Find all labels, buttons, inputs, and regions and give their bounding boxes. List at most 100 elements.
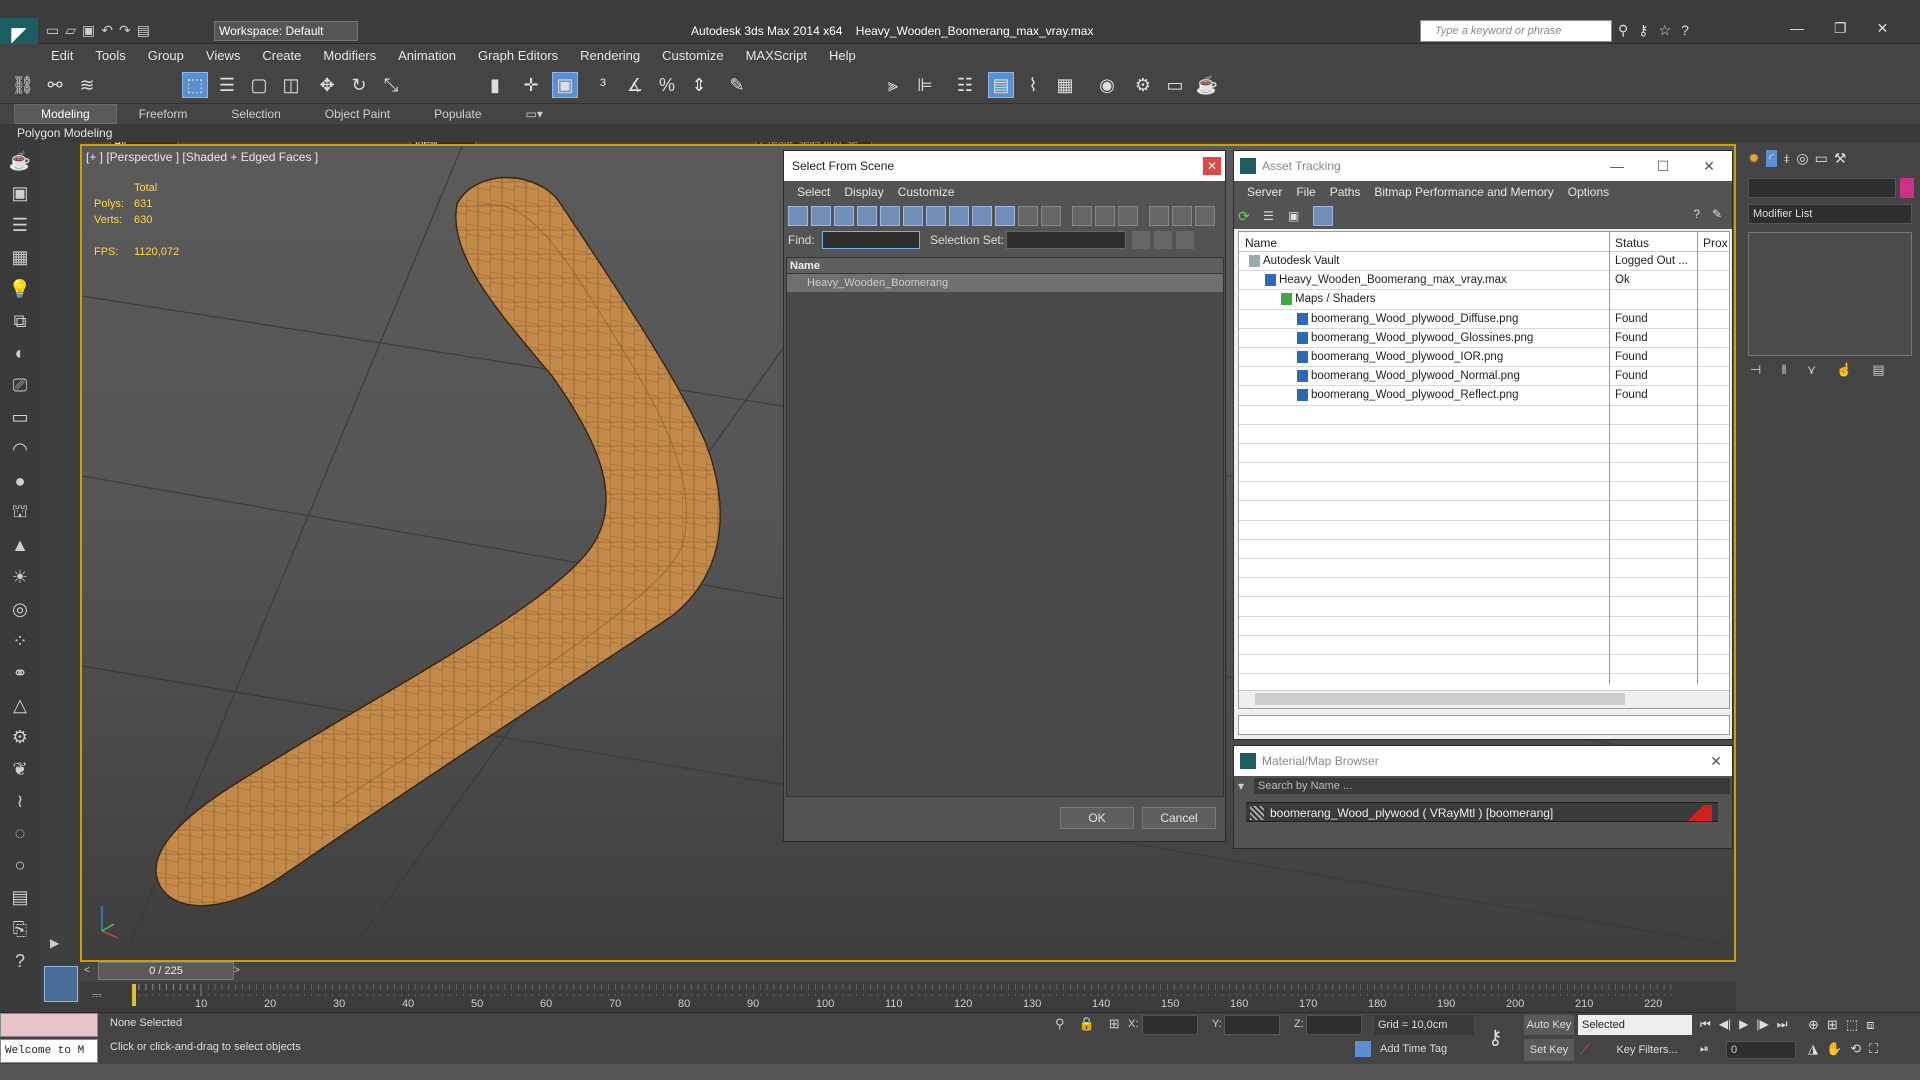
go-to-start-icon[interactable]: ⏮ bbox=[1700, 1017, 1711, 1032]
keyword-search-input[interactable]: Type a keyword or phrase bbox=[1420, 20, 1612, 42]
material-list-item[interactable]: boomerang_Wood_plywood ( VRayMtl ) [boom… bbox=[1246, 802, 1718, 822]
motion-tab-icon[interactable]: ◎ bbox=[1796, 150, 1808, 167]
script-icon[interactable]: ⎘ bbox=[2, 916, 38, 942]
next-frame-icon[interactable]: |▶ bbox=[1756, 1017, 1768, 1032]
info-icon[interactable]: ? bbox=[2, 948, 38, 974]
play-icon[interactable]: ▶ bbox=[1739, 1017, 1748, 1032]
teapot-icon[interactable]: ☕ bbox=[2, 148, 38, 174]
maxscript-listener-pink[interactable] bbox=[0, 1013, 98, 1037]
helpers-filter-icon[interactable] bbox=[880, 206, 900, 226]
create-tab-icon[interactable]: ✹ bbox=[1748, 150, 1760, 167]
asset-table-row[interactable] bbox=[1239, 655, 1729, 675]
ball-icon[interactable]: ○ bbox=[2, 852, 38, 878]
maximize-viewport-icon[interactable]: ⛶ bbox=[1869, 1041, 1878, 1057]
list-view-icon[interactable]: ☰ bbox=[1263, 209, 1285, 223]
menu-modifiers[interactable]: Modifiers bbox=[312, 48, 387, 63]
asset-table-row[interactable]: boomerang_Wood_plywood_Reflect.png Found bbox=[1239, 386, 1729, 406]
asset-table-row[interactable] bbox=[1239, 521, 1729, 540]
menu-graph-editors[interactable]: Graph Editors bbox=[467, 48, 569, 63]
asset-table-row[interactable] bbox=[1239, 444, 1729, 464]
asset-tracking-table[interactable]: Name Status Prox Autodesk Vault Logged Ou… bbox=[1238, 231, 1730, 709]
set-key-mode-icon[interactable]: ⚷ bbox=[1488, 1025, 1503, 1050]
selection-set-add-icon[interactable] bbox=[1132, 231, 1150, 249]
asset-path-field[interactable] bbox=[1238, 715, 1730, 735]
layer-manager-icon[interactable]: ☷ bbox=[952, 72, 978, 98]
asset-pin-icon[interactable]: ✎ bbox=[1712, 207, 1722, 221]
render-setup-icon[interactable]: ⚙ bbox=[1130, 72, 1156, 98]
schematic-view-icon[interactable]: ▦ bbox=[1052, 72, 1078, 98]
menu-group[interactable]: Group bbox=[137, 48, 195, 63]
object-name-field[interactable] bbox=[1748, 178, 1896, 198]
asset-maximize-button[interactable]: ☐ bbox=[1640, 151, 1686, 181]
menu-edit[interactable]: Edit bbox=[40, 48, 84, 63]
asset-horizontal-scrollbar[interactable] bbox=[1239, 690, 1729, 708]
menu-views[interactable]: Views bbox=[195, 48, 251, 63]
asset-table-row[interactable] bbox=[1239, 540, 1729, 559]
tab-modeling[interactable]: Modeling bbox=[14, 104, 117, 124]
asset-table-row[interactable]: boomerang_Wood_plywood_Glossines.png Foun… bbox=[1239, 329, 1729, 348]
render-icon[interactable]: ▣ bbox=[2, 180, 38, 206]
asset-table-row[interactable]: boomerang_Wood_plywood_Diffuse.png Found bbox=[1239, 310, 1729, 329]
select-dialog-menu-display[interactable]: Display bbox=[837, 185, 890, 199]
menu-customize[interactable]: Customize bbox=[651, 48, 734, 63]
cancel-button[interactable]: Cancel bbox=[1142, 807, 1216, 829]
thumbnail-view-icon[interactable]: ▣ bbox=[1288, 209, 1310, 223]
time-next-icon[interactable]: > bbox=[234, 962, 248, 980]
cone-icon[interactable]: ▲ bbox=[2, 532, 38, 558]
make-unique-icon[interactable]: ⋎ bbox=[1807, 362, 1817, 378]
show-end-result-icon[interactable]: ‖ bbox=[1781, 362, 1786, 378]
mirror-icon[interactable]: ⫸ bbox=[880, 72, 906, 98]
maxscript-listener-white[interactable]: Welcome to M bbox=[0, 1039, 98, 1063]
material-browser-close-button[interactable]: ✕ bbox=[1710, 746, 1722, 776]
asset-close-button[interactable]: ✕ bbox=[1686, 151, 1732, 181]
lights-filter-icon[interactable] bbox=[834, 206, 854, 226]
asset-table-row[interactable] bbox=[1239, 597, 1729, 617]
isolate-selection-icon[interactable]: ⚲ bbox=[1055, 1016, 1065, 1032]
zoom-extents-all-icon[interactable]: ⧈ bbox=[1866, 1017, 1874, 1033]
key-mode-dropdown[interactable]: Selected bbox=[1578, 1015, 1692, 1035]
asset-col-proxy[interactable]: Prox bbox=[1703, 236, 1729, 250]
rotate-icon[interactable]: ↻ bbox=[346, 72, 372, 98]
bones-filter-icon[interactable] bbox=[972, 206, 992, 226]
select-list-item[interactable]: Heavy_Wooden_Boomerang bbox=[787, 274, 1223, 292]
select-list-header-name[interactable]: Name bbox=[787, 258, 1223, 274]
tab-object-paint[interactable]: Object Paint bbox=[303, 107, 412, 121]
plant-icon[interactable]: ❦ bbox=[2, 756, 38, 782]
remove-modifier-icon[interactable]: ☝ bbox=[1836, 362, 1852, 378]
x-coord-field[interactable] bbox=[1142, 1015, 1198, 1035]
menu-rendering[interactable]: Rendering bbox=[569, 48, 651, 63]
utilities-tab-icon[interactable]: ⚒ bbox=[1834, 150, 1847, 167]
material-search-input[interactable]: Search by Name ... bbox=[1254, 778, 1730, 794]
disc-icon[interactable]: ◎ bbox=[2, 596, 38, 622]
manipulate-icon[interactable]: ✛ bbox=[518, 72, 544, 98]
asset-table-row[interactable] bbox=[1239, 425, 1729, 444]
snaps-toggle-icon[interactable]: ³ bbox=[590, 72, 616, 98]
selection-set-edit-icon[interactable] bbox=[1176, 231, 1194, 249]
collapse-icon[interactable] bbox=[1195, 206, 1215, 226]
workspace-dropdown[interactable]: Workspace: Default bbox=[214, 21, 358, 41]
time-prev-icon[interactable]: < bbox=[84, 962, 98, 980]
add-time-tag-label[interactable]: Add Time Tag bbox=[1380, 1043, 1447, 1055]
select-object-icon[interactable]: ⬚ bbox=[182, 72, 208, 98]
hierarchy-tab-icon[interactable]: ⧧ bbox=[1783, 150, 1790, 167]
light-icon[interactable]: 💡 bbox=[2, 276, 38, 302]
pyramid-icon[interactable]: △ bbox=[2, 692, 38, 718]
viewport-label[interactable]: [+ ] [Perspective ] [Shaded + Edged Face… bbox=[86, 150, 318, 164]
asset-col-status[interactable]: Status bbox=[1615, 236, 1649, 250]
sound-icon[interactable]: ◐ bbox=[2, 340, 38, 366]
sort-icon[interactable] bbox=[1172, 206, 1192, 226]
asset-table-row[interactable] bbox=[1239, 406, 1729, 425]
bind-space-warp-icon[interactable]: ≋ bbox=[74, 72, 100, 98]
modify-tab-icon[interactable]: ◜ bbox=[1765, 150, 1778, 167]
asset-table-row[interactable] bbox=[1239, 636, 1729, 655]
object-color-swatch[interactable] bbox=[1900, 178, 1914, 198]
asset-help-icon[interactable]: ? bbox=[1693, 207, 1700, 221]
refresh-icon[interactable]: ⟳ bbox=[1238, 208, 1260, 225]
ribbon-options-icon[interactable]: ▭▾ bbox=[504, 107, 565, 121]
xrefs-filter-icon[interactable] bbox=[949, 206, 969, 226]
save-icon[interactable]: ▣ bbox=[82, 22, 95, 39]
display-all-icon[interactable] bbox=[1072, 206, 1092, 226]
asset-menu-server[interactable]: Server bbox=[1240, 185, 1289, 199]
select-dialog-menu-customize[interactable]: Customize bbox=[891, 185, 962, 199]
asset-table-row[interactable]: boomerang_Wood_plywood_IOR.png Found bbox=[1239, 348, 1729, 368]
